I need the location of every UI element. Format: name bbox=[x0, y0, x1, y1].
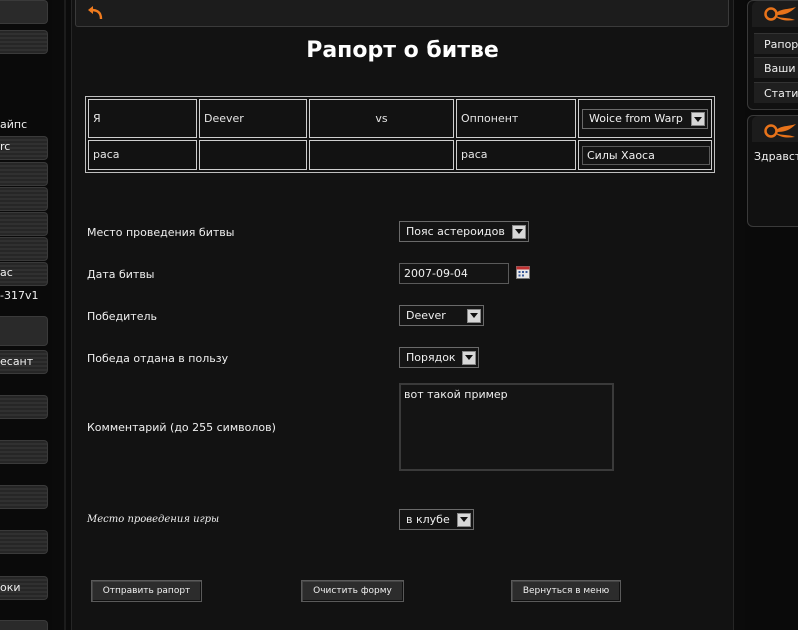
opponent-select[interactable]: Woice from Warp bbox=[582, 109, 708, 129]
sidebar-item[interactable]: rc bbox=[0, 140, 10, 153]
game-place-select[interactable]: в клубе bbox=[399, 509, 474, 530]
date-label: Дата битвы bbox=[87, 268, 155, 281]
sidebar-item[interactable]: айпс bbox=[0, 118, 27, 131]
greeting-text: Здравст bbox=[754, 150, 798, 163]
menu-item-stats[interactable]: Статис bbox=[754, 82, 798, 103]
clear-form-button[interactable]: Очистить форму bbox=[301, 580, 404, 602]
comment-label: Комментарий (до 255 символов) bbox=[87, 421, 276, 434]
left-sidebar: айпс rc ас -317v1 есант оки bbox=[0, 0, 52, 630]
greeting-panel: Здравст bbox=[747, 115, 798, 227]
victory-select[interactable]: Порядок bbox=[399, 347, 479, 368]
location-select-value: Пояс астероидов bbox=[406, 225, 505, 238]
sidebar-bar[interactable] bbox=[0, 395, 48, 419]
comment-textarea[interactable]: вот такой пример bbox=[399, 383, 614, 471]
sidebar-bar[interactable] bbox=[0, 237, 48, 261]
opponent-label: Оппонент bbox=[456, 99, 576, 138]
me-label: Я bbox=[88, 99, 197, 138]
vs-label: vs bbox=[309, 99, 454, 138]
sidebar-bar[interactable] bbox=[0, 316, 48, 346]
top-bar bbox=[75, 0, 729, 27]
winner-select-value: Deever bbox=[406, 309, 446, 322]
flame-logo-icon bbox=[764, 124, 796, 138]
sidebar-item[interactable]: оки bbox=[0, 581, 21, 594]
sidebar-bar[interactable] bbox=[0, 620, 48, 630]
divider bbox=[64, 0, 66, 630]
sidebar-bar[interactable] bbox=[0, 187, 48, 211]
winner-label: Победитель bbox=[87, 310, 157, 323]
me-name: Deever bbox=[199, 99, 307, 138]
flame-logo-icon bbox=[764, 7, 796, 21]
opponent-race-cell: Силы Хаоса bbox=[578, 140, 712, 170]
sidebar-bar[interactable] bbox=[0, 0, 48, 24]
victory-select-value: Порядок bbox=[406, 351, 456, 364]
game-place-label: Место проведения игры bbox=[87, 514, 220, 525]
sidebar-bar[interactable] bbox=[0, 212, 48, 236]
me-race-cell bbox=[199, 140, 307, 170]
chevron-down-icon[interactable] bbox=[467, 308, 481, 323]
submit-report-button[interactable]: Отправить рапорт bbox=[91, 580, 202, 602]
menu-item-yours[interactable]: Ваши д bbox=[754, 57, 798, 78]
sidebar-bar[interactable] bbox=[0, 485, 48, 509]
chevron-down-icon[interactable] bbox=[462, 350, 476, 365]
game-place-select-value: в клубе bbox=[406, 513, 450, 526]
race-label-me: раса bbox=[88, 140, 197, 170]
race-label-opponent: раса bbox=[456, 140, 576, 170]
sidebar-bar[interactable] bbox=[0, 30, 48, 54]
battle-report-panel: Рапорт о битве Я Deever vs Оппонент Woic… bbox=[71, 0, 734, 630]
sidebar-bar[interactable] bbox=[0, 530, 48, 554]
opponent-cell: Woice from Warp bbox=[578, 99, 712, 138]
sidebar-bar[interactable] bbox=[0, 162, 48, 186]
page-title: Рапорт о битве bbox=[306, 38, 499, 63]
back-to-menu-button[interactable]: Вернуться в меню bbox=[511, 580, 621, 602]
location-label: Место проведения битвы bbox=[87, 226, 235, 239]
menu-item-report[interactable]: Рапорт bbox=[754, 33, 798, 54]
sidebar-item[interactable]: есант bbox=[0, 355, 33, 368]
back-arrow-icon[interactable] bbox=[86, 5, 104, 21]
chevron-down-icon[interactable] bbox=[512, 224, 526, 239]
opponent-race-field[interactable]: Силы Хаоса bbox=[582, 146, 710, 165]
calendar-icon[interactable] bbox=[516, 265, 530, 279]
date-field[interactable]: 2007-09-04 bbox=[399, 263, 509, 284]
sidebar-item[interactable]: ас bbox=[0, 266, 13, 279]
chevron-down-icon[interactable] bbox=[691, 112, 705, 126]
players-table: Я Deever vs Оппонент Woice from Warp рас… bbox=[85, 96, 715, 173]
empty-cell bbox=[309, 140, 454, 170]
chevron-down-icon[interactable] bbox=[457, 512, 471, 527]
sidebar-bar[interactable] bbox=[0, 440, 48, 464]
sidebar-item: -317v1 bbox=[0, 289, 39, 302]
location-select[interactable]: Пояс астероидов bbox=[399, 221, 529, 242]
opponent-select-value: Woice from Warp bbox=[589, 112, 683, 125]
right-sidebar: Рапорт Ваши д Статис Здравст bbox=[745, 0, 798, 630]
menu-panel: Рапорт Ваши д Статис bbox=[747, 0, 798, 110]
victory-label: Победа отдана в пользу bbox=[87, 352, 229, 365]
winner-select[interactable]: Deever bbox=[399, 305, 484, 326]
